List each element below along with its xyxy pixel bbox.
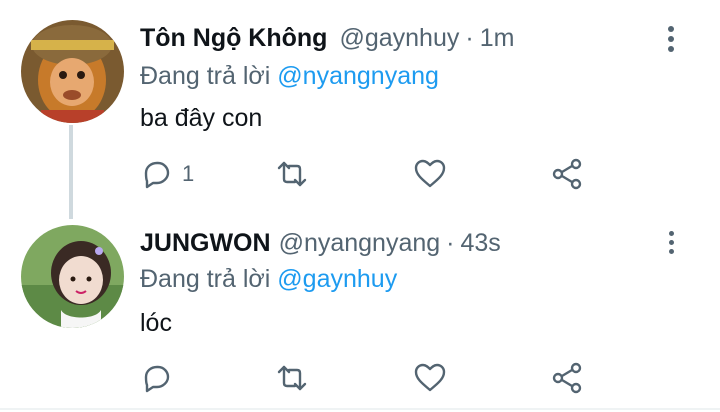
- reply-context: Đang trả lời @gaynhuy: [140, 265, 397, 294]
- tweet-text: ba đây con: [140, 104, 263, 132]
- tweet-actions: [140, 358, 600, 398]
- share-icon: [552, 158, 582, 190]
- display-name[interactable]: JUNGWON: [140, 229, 271, 258]
- reply-icon: [144, 161, 170, 189]
- bottom-divider: [0, 408, 720, 410]
- timestamp[interactable]: 1m: [480, 24, 515, 53]
- reply-prefix: Đang trả lời: [140, 265, 271, 293]
- like-button[interactable]: [413, 154, 447, 194]
- reply-mention-link[interactable]: @nyangnyang: [277, 62, 439, 90]
- more-icon: [668, 231, 674, 236]
- user-handle[interactable]: @nyangnyang: [279, 229, 441, 258]
- reply-count: 1: [182, 161, 195, 186]
- retweet-icon: [277, 161, 307, 187]
- reply-context: Đang trả lời @nyangnyang: [140, 62, 439, 91]
- share-button[interactable]: [550, 154, 584, 194]
- tweet-header: Tôn Ngộ Không @gaynhuy · 1m: [140, 24, 514, 53]
- reply-button[interactable]: 1: [140, 154, 194, 194]
- share-button[interactable]: [550, 358, 584, 398]
- avatar[interactable]: [21, 225, 124, 328]
- more-options-button[interactable]: [666, 231, 676, 261]
- retweet-button[interactable]: [275, 358, 309, 398]
- display-name[interactable]: Tôn Ngộ Không: [140, 24, 327, 53]
- like-icon: [414, 363, 446, 392]
- separator-dot: ·: [446, 229, 455, 257]
- like-button[interactable]: [413, 358, 447, 398]
- reply-mention-link[interactable]: @gaynhuy: [277, 265, 397, 293]
- tweet-actions: 1: [140, 154, 600, 194]
- tweet-2[interactable]: JUNGWON @nyangnyang · 43s Đang trả lời @…: [0, 215, 720, 412]
- tweet-text: lóc: [140, 309, 172, 337]
- reply-icon: [144, 365, 170, 393]
- timestamp[interactable]: 43s: [461, 229, 501, 258]
- more-icon: [668, 26, 674, 32]
- retweet-button[interactable]: [275, 154, 309, 194]
- user-handle[interactable]: @gaynhuy: [339, 24, 459, 53]
- separator-dot: ·: [465, 24, 474, 52]
- tweet-1[interactable]: Tôn Ngộ Không @gaynhuy · 1m Đang trả lời…: [0, 0, 720, 215]
- reply-prefix: Đang trả lời: [140, 62, 271, 90]
- like-icon: [414, 159, 446, 188]
- share-icon: [552, 362, 582, 394]
- reply-button[interactable]: [140, 358, 182, 398]
- retweet-icon: [277, 365, 307, 391]
- avatar[interactable]: [21, 20, 124, 123]
- more-options-button[interactable]: [666, 26, 676, 56]
- tweet-header: JUNGWON @nyangnyang · 43s: [140, 229, 501, 258]
